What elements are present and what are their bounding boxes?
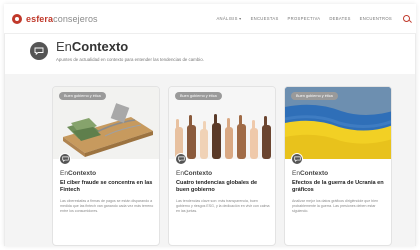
section-subtitle: Apuntes de actualidad en contexto para e… (56, 57, 204, 62)
article-card[interactable]: Buen gobierno y ética EnContexto Cuatro … (168, 86, 276, 246)
card-category-tag[interactable]: Buen gobierno y ética (59, 92, 106, 100)
nav-item-encuentros[interactable]: Encuentros (360, 16, 392, 21)
nav-links: Análisis ▾ Encuestas Prospectiva Debates… (216, 15, 410, 22)
card-excerpt: Las tendencias clave son: más transparen… (176, 199, 270, 213)
card-brand: EnContexto (292, 170, 329, 177)
speech-bubble-icon (175, 153, 187, 165)
card-category-tag[interactable]: Buen gobierno y ética (291, 92, 338, 100)
card-title[interactable]: Efectos de la guerra de Ucrania en gráfi… (292, 180, 388, 194)
search-icon[interactable] (403, 15, 410, 22)
article-card[interactable]: Buen gobierno y ética EnContexto El cibe… (52, 86, 160, 246)
card-title[interactable]: Cuatro tendencias globales de buen gobie… (176, 180, 272, 194)
section-title: EnContexto (56, 39, 129, 54)
card-excerpt: Analizar mejor los datos gráficos dirigi… (292, 199, 379, 213)
nav-item-analisis[interactable]: Análisis ▾ (216, 16, 241, 21)
card-brand: EnContexto (60, 170, 97, 177)
nav-item-encuestas[interactable]: Encuestas (251, 16, 279, 21)
article-card[interactable]: Buen gobierno y ética EnContexto Efectos… (284, 86, 392, 246)
speech-bubble-icon (291, 153, 303, 165)
card-excerpt: Las ciberestafas a firmas de pagos se es… (60, 199, 154, 213)
section-header: EnContexto Apuntes de actualidad en cont… (30, 40, 204, 62)
card-category-tag[interactable]: Buen gobierno y ética (175, 92, 222, 100)
nav-item-debates[interactable]: Debates (329, 16, 350, 21)
speech-bubble-icon (59, 153, 71, 165)
top-navigation: esferaconsejeros Análisis ▾ Encuestas Pr… (4, 4, 416, 34)
card-brand: EnContexto (176, 170, 213, 177)
speech-bubble-icon (30, 42, 48, 60)
card-title[interactable]: El ciber fraude se concentra en las Fint… (60, 180, 156, 194)
logo-mark-icon[interactable] (12, 13, 22, 24)
nav-item-prospectiva[interactable]: Prospectiva (288, 16, 321, 21)
site-logo[interactable]: esferaconsejeros (26, 14, 98, 24)
